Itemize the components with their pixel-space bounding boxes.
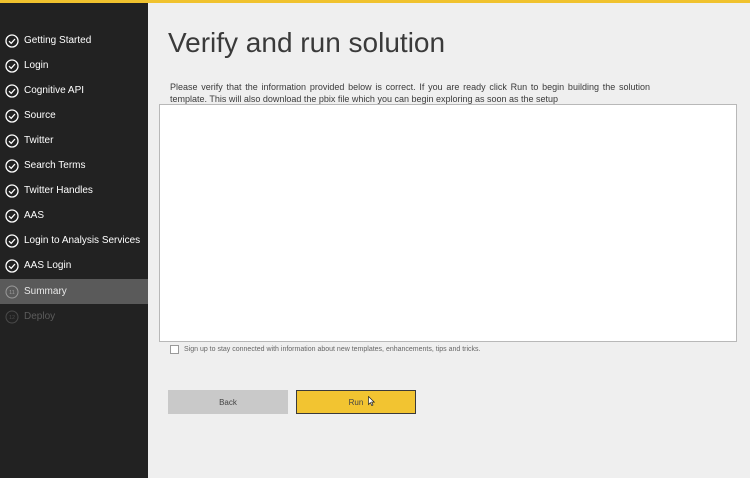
sidebar-item-label: Cognitive API	[24, 85, 85, 96]
numbered-circle-icon: 11	[5, 285, 19, 298]
mouse-cursor-icon	[368, 396, 375, 406]
signup-label: Sign up to stay connected with informati…	[184, 346, 481, 353]
sidebar: Getting Started Login Cognitive API Sour…	[0, 3, 148, 478]
sidebar-item-login[interactable]: Login	[0, 53, 148, 78]
sidebar-item-summary[interactable]: 11 Summary	[0, 279, 148, 304]
sidebar-item-aas-login[interactable]: AAS Login	[0, 253, 148, 278]
sidebar-item-twitter-handles[interactable]: Twitter Handles	[0, 178, 148, 203]
sidebar-item-source[interactable]: Source	[0, 103, 148, 128]
step-number: 11	[9, 290, 15, 296]
sidebar-item-label: Summary	[24, 286, 67, 297]
check-circle-icon	[5, 183, 19, 198]
check-circle-icon	[5, 58, 19, 73]
check-circle-icon	[5, 133, 19, 148]
sidebar-item-label: Getting Started	[24, 35, 92, 46]
sidebar-item-aas[interactable]: AAS	[0, 203, 148, 228]
sidebar-item-search-terms[interactable]: Search Terms	[0, 153, 148, 178]
run-button[interactable]: Run	[296, 390, 416, 414]
sidebar-item-label: Login	[24, 60, 49, 71]
sidebar-item-label: Deploy	[24, 311, 56, 322]
back-button[interactable]: Back	[168, 390, 288, 414]
sidebar-item-label: AAS	[24, 210, 45, 221]
page-title: Verify and run solution	[168, 27, 446, 58]
sidebar-item-label: Twitter	[24, 135, 54, 146]
sidebar-item-label: Search Terms	[24, 160, 86, 171]
check-circle-icon	[5, 33, 19, 48]
sidebar-item-label: Source	[24, 110, 56, 121]
check-circle-icon	[5, 208, 19, 223]
main-content: Verify and run solution Please verify th…	[148, 3, 750, 478]
check-circle-icon	[5, 83, 19, 98]
sidebar-item-getting-started[interactable]: Getting Started	[0, 28, 148, 53]
signup-option[interactable]: Sign up to stay connected with informati…	[170, 345, 481, 354]
sidebar-item-login-to-analysis-services[interactable]: Login to Analysis Services	[0, 228, 148, 253]
check-circle-icon	[5, 158, 19, 173]
summary-panel	[159, 104, 737, 342]
sidebar-item-cognitive-api[interactable]: Cognitive API	[0, 78, 148, 103]
numbered-circle-icon: 12	[5, 310, 19, 323]
check-circle-icon	[5, 258, 19, 273]
sidebar-item-label: Twitter Handles	[24, 185, 93, 196]
sidebar-item-twitter[interactable]: Twitter	[0, 128, 148, 153]
check-circle-icon	[5, 108, 19, 123]
signup-checkbox[interactable]	[170, 345, 179, 354]
check-circle-icon	[5, 233, 19, 248]
page-description: Please verify that the information provi…	[170, 82, 650, 104]
sidebar-item-label: AAS Login	[24, 260, 72, 271]
sidebar-item-deploy: 12 Deploy	[0, 304, 148, 329]
step-number: 12	[9, 315, 15, 321]
sidebar-item-label: Login to Analysis Services	[24, 235, 141, 246]
